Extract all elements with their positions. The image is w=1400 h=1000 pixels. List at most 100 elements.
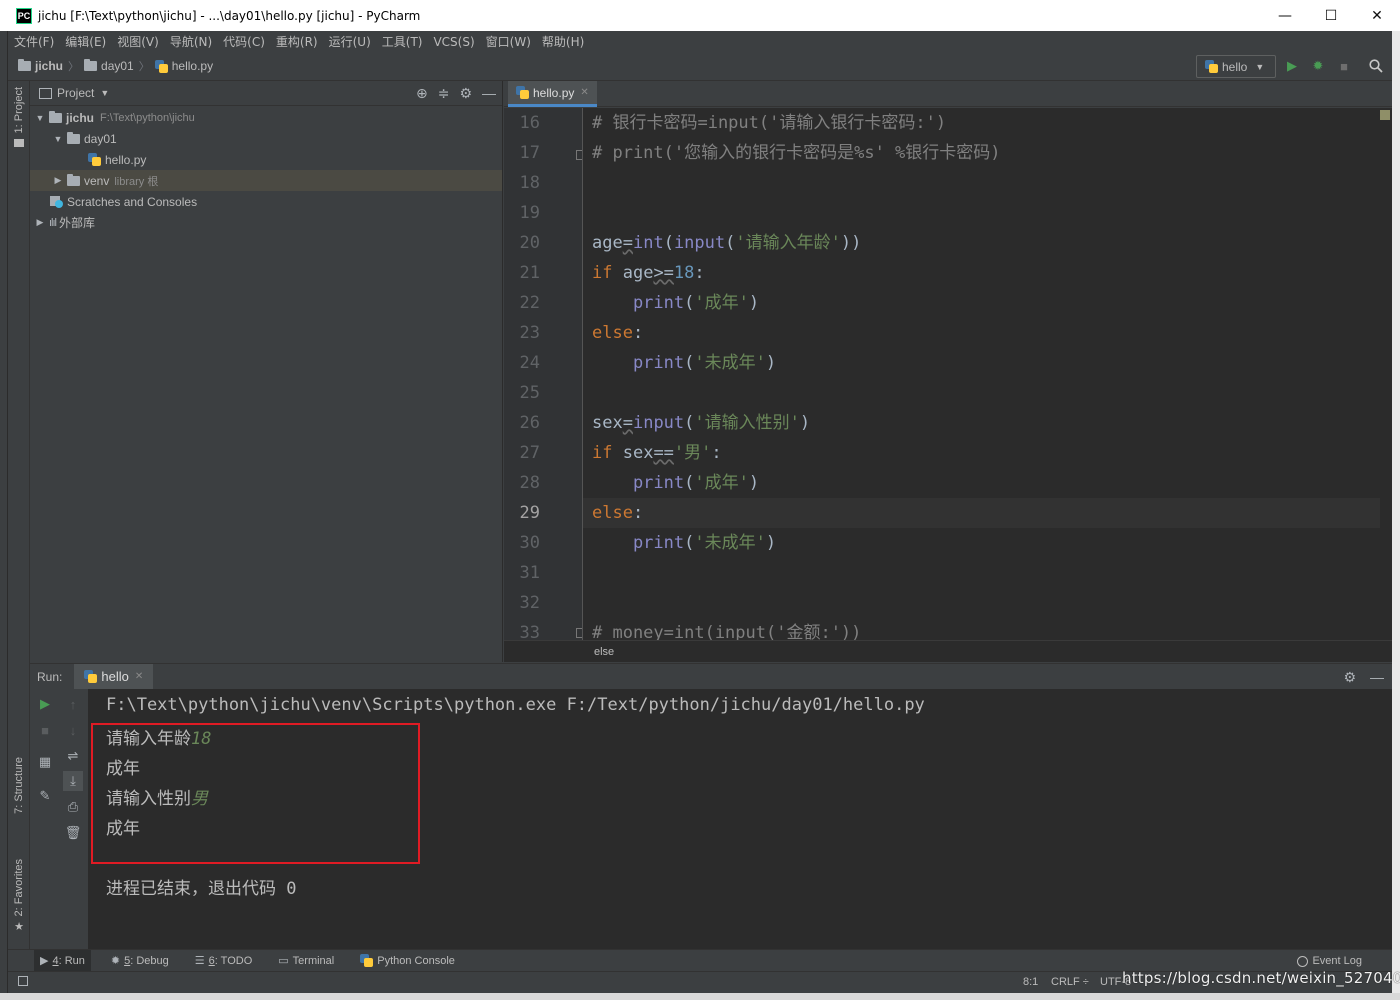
python-file-icon xyxy=(154,59,168,73)
fold-marker-icon[interactable] xyxy=(576,628,582,638)
tab-debug[interactable]: ✹ 5: Debug xyxy=(105,950,175,972)
menu-navigate[interactable]: 导航(N) xyxy=(170,33,212,50)
code-line-17: # print('您输入的银行卡密码是%s' %银行卡密码) xyxy=(592,143,1001,163)
line-separator[interactable]: CRLF ÷ xyxy=(1051,976,1089,988)
tab-structure-tool[interactable]: 7: Structure xyxy=(8,757,30,814)
tree-item-day01[interactable]: ▼ day01 xyxy=(30,128,502,149)
python-icon xyxy=(360,954,374,967)
stop-icon[interactable]: ■ xyxy=(1336,58,1352,74)
warning-indicator-icon[interactable] xyxy=(1380,110,1390,120)
pin-icon[interactable]: ✎ xyxy=(35,786,55,806)
hide-icon[interactable]: — xyxy=(1370,669,1384,686)
tree-item-label: jichu xyxy=(66,110,95,125)
caret-row-highlight xyxy=(583,498,1380,528)
folder-icon xyxy=(14,139,24,148)
menu-file[interactable]: 文件(F) xyxy=(14,33,54,50)
gear-icon[interactable]: ⚙ xyxy=(1343,669,1356,686)
gear-icon[interactable]: ⚙ xyxy=(459,85,472,102)
trash-icon[interactable]: 🗑 xyxy=(63,823,83,843)
breadcrumb-file[interactable]: hello.py xyxy=(154,59,213,73)
arrow-down-icon[interactable]: ↓ xyxy=(63,720,83,740)
tab-project-tool[interactable]: 1: Project xyxy=(8,87,30,148)
expand-arrow-icon[interactable]: ▼ xyxy=(34,113,46,123)
minimize-button[interactable]: — xyxy=(1262,0,1308,31)
close-button[interactable]: ✕ xyxy=(1354,0,1400,31)
project-tool-label: 1: Project xyxy=(13,87,25,134)
tab-favorites-tool[interactable]: 2: Favorites ★ xyxy=(8,859,30,933)
soft-wrap-icon[interactable]: ⇌ xyxy=(63,746,83,766)
run-tab-hello[interactable]: hello ✕ xyxy=(74,663,154,690)
code-line-16: # 银行卡密码=input('请输入银行卡密码:') xyxy=(592,113,947,133)
tab-hello-py[interactable]: hello.py ✕ xyxy=(508,81,597,107)
menu-view[interactable]: 视图(V) xyxy=(117,33,159,50)
event-log-label: Event Log xyxy=(1312,955,1362,967)
collapse-all-icon[interactable]: ≑ xyxy=(438,85,450,102)
code-line-20: age=int(input('请输入年龄')) xyxy=(592,233,862,253)
scroll-to-end-icon[interactable]: ⤓ xyxy=(63,771,83,791)
play-icon: ▶ xyxy=(40,955,49,967)
project-view-icon xyxy=(39,87,52,99)
terminal-icon: ▭ xyxy=(278,955,289,967)
toggle-tool-windows-icon[interactable] xyxy=(18,976,28,986)
tree-item-label: 外部库 xyxy=(59,216,96,230)
tree-item-external-libraries[interactable]: ▶ ılıl 外部库 xyxy=(30,212,502,233)
tab-todo[interactable]: ☰ 6: TODO xyxy=(189,950,259,972)
tree-item-path: library 根 xyxy=(114,175,159,188)
line-number: 26 xyxy=(519,413,540,433)
code-line-30: print('未成年') xyxy=(592,533,777,553)
project-view-label[interactable]: Project xyxy=(57,86,94,100)
python-file-icon xyxy=(516,86,529,99)
close-icon[interactable]: ✕ xyxy=(135,671,143,682)
editor-breadcrumb: else xyxy=(504,640,1392,662)
rerun-icon[interactable]: ▶ xyxy=(35,694,55,714)
menu-window[interactable]: 窗口(W) xyxy=(486,33,531,50)
collapsed-arrow-icon[interactable]: ▶ xyxy=(52,175,64,186)
editor-error-stripe[interactable] xyxy=(1380,108,1392,640)
hide-icon[interactable]: — xyxy=(482,85,496,102)
tree-item-hello-py[interactable]: hello.py xyxy=(30,149,502,170)
layout-icon[interactable]: ▦ xyxy=(35,752,55,772)
menu-edit[interactable]: 编辑(E) xyxy=(65,33,106,50)
expand-arrow-icon[interactable]: ▼ xyxy=(52,134,64,144)
editor-breadcrumb-label[interactable]: else xyxy=(594,646,614,658)
tab-python-console[interactable]: Python Console xyxy=(354,950,461,972)
tree-item-venv[interactable]: ▶ venv library 根 xyxy=(30,170,502,191)
tab-label: hello.py xyxy=(533,85,575,100)
code-editor[interactable]: # 银行卡密码=input('请输入银行卡密码:') # print('您输入的… xyxy=(583,108,1380,640)
locate-icon[interactable]: ⊕ xyxy=(416,85,428,102)
chevron-right-icon: 〉 xyxy=(68,61,80,73)
menu-tools[interactable]: 工具(T) xyxy=(382,33,423,50)
menu-help[interactable]: 帮助(H) xyxy=(542,33,584,50)
breadcrumb-day01[interactable]: day01 xyxy=(84,59,134,73)
cursor-position[interactable]: 8:1 xyxy=(1023,976,1038,988)
run-icon[interactable]: ▶ xyxy=(1284,58,1300,74)
stop-icon[interactable]: ■ xyxy=(35,720,55,740)
code-line-23: else: xyxy=(592,323,644,343)
menu-code[interactable]: 代码(C) xyxy=(223,33,265,50)
close-icon[interactable]: ✕ xyxy=(580,87,588,98)
maximize-button[interactable]: ☐ xyxy=(1308,0,1354,31)
tree-item-jichu[interactable]: ▼ jichu F:\Text\python\jichu xyxy=(30,107,502,128)
tree-item-path: F:\Text\python\jichu xyxy=(100,111,195,124)
fold-marker-icon[interactable] xyxy=(576,150,582,160)
run-configuration-select[interactable]: hello ▼ xyxy=(1196,55,1276,78)
breadcrumb-project[interactable]: jichu xyxy=(18,59,63,73)
chevron-down-icon[interactable]: ▼ xyxy=(100,88,109,98)
arrow-up-icon[interactable]: ↑ xyxy=(63,694,83,714)
print-icon[interactable]: ⎙ xyxy=(63,797,83,817)
run-console[interactable]: F:\Text\python\jichu\venv\Scripts\python… xyxy=(88,689,1392,949)
line-number: 32 xyxy=(519,593,540,613)
python-file-icon xyxy=(88,153,101,166)
tab-run[interactable]: ▶ 4: Run xyxy=(34,949,91,972)
tree-item-label: venv xyxy=(84,173,110,188)
debug-icon[interactable]: ✹ xyxy=(1310,58,1326,74)
menu-run[interactable]: 运行(U) xyxy=(329,33,371,50)
collapsed-arrow-icon[interactable]: ▶ xyxy=(34,217,46,228)
menu-vcs[interactable]: VCS(S) xyxy=(433,35,474,49)
favorites-tool-label: 2: Favorites xyxy=(13,859,25,917)
tab-terminal[interactable]: ▭ Terminal xyxy=(272,950,340,972)
search-icon[interactable] xyxy=(1368,58,1384,74)
menu-refactor[interactable]: 重构(R) xyxy=(276,33,318,50)
tree-item-scratches[interactable]: Scratches and Consoles xyxy=(30,191,502,212)
list-icon: ☰ xyxy=(194,955,205,967)
